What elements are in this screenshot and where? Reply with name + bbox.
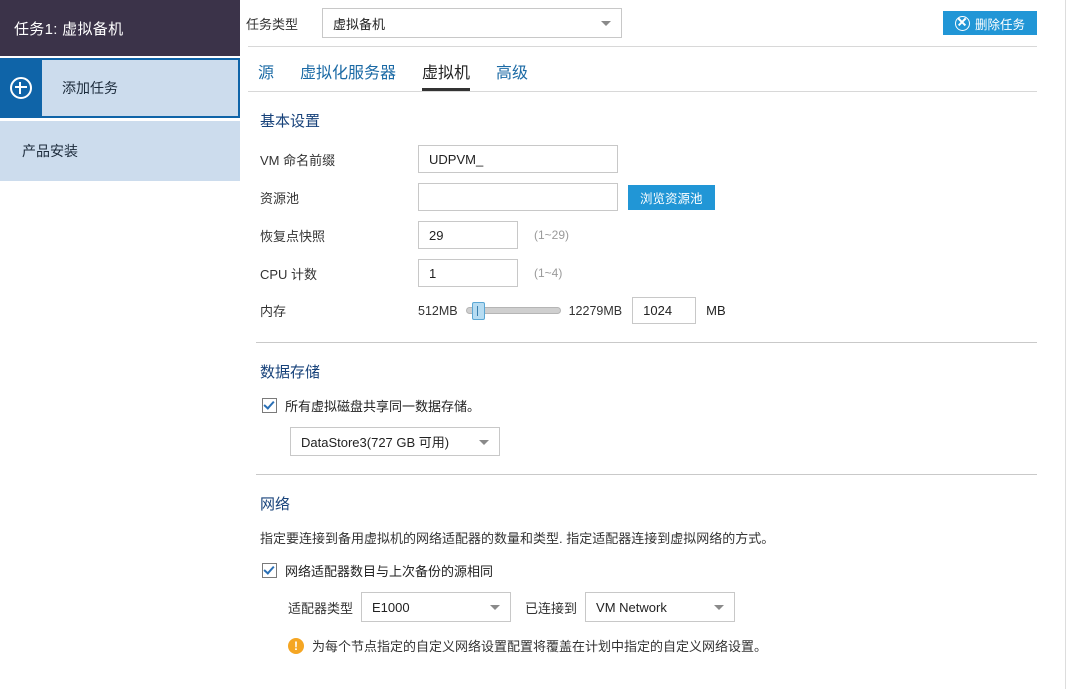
field-row-datastore-select: DataStore3(727 GB 可用) — [248, 427, 1065, 456]
memory-min-label: 512MB — [418, 304, 458, 318]
x-circle-icon — [955, 16, 970, 31]
vm-prefix-input[interactable]: UDPVM_ — [418, 145, 618, 173]
sidebar-task-title: 任务1: 虚拟备机 — [0, 0, 240, 56]
memory-max-label: 12279MB — [569, 304, 623, 318]
main-panel: 任务类型 虚拟备机 删除任务 源 虚拟化服务器 虚拟机 高级 基本设置 VM 命… — [240, 0, 1066, 689]
tab-virtualization-server[interactable]: 虚拟化服务器 — [300, 59, 396, 91]
plus-circle-icon — [0, 58, 42, 118]
adapter-config-row: 适配器类型 E1000 已连接到 VM Network — [248, 592, 1065, 622]
snapshot-input[interactable]: 29 — [418, 221, 518, 249]
tab-virtual-machine[interactable]: 虚拟机 — [422, 59, 470, 91]
adapter-type-selected-value: E1000 — [372, 600, 410, 615]
sidebar-item-label-add-task: 添加任务 — [42, 60, 238, 116]
sidebar-item-product-install[interactable]: 产品安装 — [0, 121, 240, 181]
browse-resource-pool-button[interactable]: 浏览资源池 — [628, 185, 715, 210]
task-type-select[interactable]: 虚拟备机 — [322, 8, 622, 38]
field-row-memory: 内存 512MB 12279MB 1024 MB — [248, 297, 1065, 324]
chevron-down-icon — [714, 605, 724, 610]
field-row-snapshot: 恢复点快照 29 (1~29) — [248, 221, 1065, 249]
section-divider-basic — [256, 342, 1037, 343]
memory-label: 内存 — [260, 301, 418, 320]
memory-slider[interactable] — [466, 304, 561, 318]
chevron-down-icon — [601, 21, 611, 26]
delete-task-button[interactable]: 删除任务 — [943, 11, 1037, 35]
network-warning-row: ! 为每个节点指定的自定义网络设置配置将覆盖在计划中指定的自定义网络设置。 — [248, 636, 1065, 655]
vm-prefix-label: VM 命名前缀 — [260, 150, 418, 169]
sidebar-item-add-task[interactable]: 添加任务 — [0, 58, 240, 118]
tab-source[interactable]: 源 — [258, 59, 274, 91]
resource-pool-label: 资源池 — [260, 188, 418, 207]
section-divider-datastore — [256, 474, 1037, 475]
field-row-resource-pool: 资源池 浏览资源池 — [248, 183, 1065, 211]
snapshot-range-hint: (1~29) — [534, 228, 569, 242]
share-datastore-checkbox-row[interactable]: 所有虚拟磁盘共享同一数据存储。 — [248, 396, 1065, 415]
network-warning-text: 为每个节点指定的自定义网络设置配置将覆盖在计划中指定的自定义网络设置。 — [312, 636, 767, 655]
tab-advanced[interactable]: 高级 — [496, 59, 528, 91]
chevron-down-icon — [479, 440, 489, 445]
snapshot-label: 恢复点快照 — [260, 226, 418, 245]
section-heading-basic-settings: 基本设置 — [260, 110, 1065, 131]
memory-value-input[interactable]: 1024 — [632, 297, 696, 324]
task-type-selected-value: 虚拟备机 — [333, 14, 385, 33]
section-heading-datastore: 数据存储 — [260, 361, 1065, 382]
same-as-source-checkbox-row[interactable]: 网络适配器数目与上次备份的源相同 — [248, 561, 1065, 580]
share-datastore-label: 所有虚拟磁盘共享同一数据存储。 — [285, 396, 480, 415]
tab-bar: 源 虚拟化服务器 虚拟机 高级 — [240, 47, 1065, 91]
content-area: 基本设置 VM 命名前缀 UDPVM_ 资源池 浏览资源池 恢复点快照 29 (… — [240, 110, 1065, 655]
task-type-label: 任务类型 — [246, 14, 322, 33]
task-type-row: 任务类型 虚拟备机 删除任务 — [240, 0, 1065, 46]
resource-pool-input[interactable] — [418, 183, 618, 211]
chevron-down-icon — [490, 605, 500, 610]
sidebar-item-label-product-install: 产品安装 — [22, 141, 78, 161]
cpu-range-hint: (1~4) — [534, 266, 562, 280]
connected-to-label: 已连接到 — [525, 598, 577, 617]
datastore-select[interactable]: DataStore3(727 GB 可用) — [290, 427, 500, 456]
same-as-source-label: 网络适配器数目与上次备份的源相同 — [285, 561, 493, 580]
connected-to-select[interactable]: VM Network — [585, 592, 735, 622]
cpu-count-label: CPU 计数 — [260, 264, 418, 283]
section-heading-network: 网络 — [260, 493, 1065, 514]
connected-to-selected-value: VM Network — [596, 600, 667, 615]
memory-unit-label: MB — [706, 303, 726, 318]
cpu-count-input[interactable]: 1 — [418, 259, 518, 287]
delete-task-button-label: 删除任务 — [975, 14, 1025, 33]
adapter-type-label: 适配器类型 — [288, 598, 353, 617]
adapter-type-select[interactable]: E1000 — [361, 592, 511, 622]
share-datastore-checkbox[interactable] — [262, 398, 277, 413]
field-row-vm-prefix: VM 命名前缀 UDPVM_ — [248, 145, 1065, 173]
warning-exclamation-icon: ! — [288, 638, 304, 654]
tab-divider — [248, 91, 1037, 92]
same-as-source-checkbox[interactable] — [262, 563, 277, 578]
field-row-cpu-count: CPU 计数 1 (1~4) — [248, 259, 1065, 287]
memory-slider-thumb[interactable] — [472, 302, 485, 320]
sidebar: 任务1: 虚拟备机 添加任务 产品安装 — [0, 0, 240, 689]
datastore-selected-value: DataStore3(727 GB 可用) — [301, 432, 449, 451]
network-description: 指定要连接到备用虚拟机的网络适配器的数量和类型. 指定适配器连接到虚拟网络的方式… — [248, 528, 1065, 547]
